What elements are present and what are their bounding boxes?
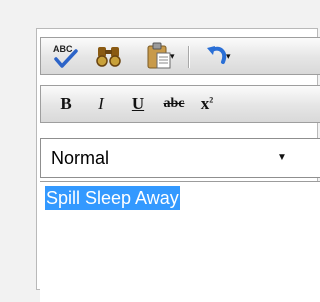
italic-button[interactable]: I: [86, 86, 116, 122]
superscript-label: x2: [201, 94, 214, 114]
paste-dropdown-arrow[interactable]: ▾: [170, 51, 175, 62]
svg-text:ABC: ABC: [53, 44, 73, 54]
editor-content-area[interactable]: Spill Sleep Away: [40, 181, 320, 302]
undo-button[interactable]: ▾: [196, 38, 238, 74]
bold-button[interactable]: B: [51, 86, 81, 122]
selected-text[interactable]: Spill Sleep Away: [45, 186, 180, 210]
strikethrough-button[interactable]: abc: [157, 86, 191, 122]
superscript-exponent: 2: [209, 95, 214, 105]
paste-button[interactable]: ▾: [136, 38, 182, 74]
paste-icon: [147, 42, 171, 69]
spellcheck-icon: ABC: [53, 44, 78, 68]
format-select-value: Normal: [51, 148, 110, 168]
spellcheck-button[interactable]: ABC: [47, 38, 83, 74]
find-binoculars-icon: [96, 47, 121, 67]
toolbar-separator: [188, 46, 189, 68]
toolbar-row-1: ABC ▾ ▾: [40, 37, 320, 75]
strikethrough-label: abc: [163, 96, 185, 111]
toolbar-row-2: B I U abc x2: [40, 85, 320, 123]
underline-label: U: [131, 94, 145, 113]
superscript-button[interactable]: x2: [193, 86, 221, 122]
rich-text-editor: ABC ▾ ▾ B I U abc x2 Normal ▼ Spill Slee…: [36, 28, 320, 302]
chevron-down-icon[interactable]: ▼: [277, 152, 287, 163]
bold-label: B: [60, 94, 72, 113]
paragraph-format-select[interactable]: Normal ▼: [40, 138, 320, 178]
superscript-base: x: [200, 94, 210, 113]
underline-button[interactable]: U: [123, 86, 153, 122]
italic-label: I: [98, 94, 104, 113]
find-button[interactable]: [91, 38, 127, 74]
undo-dropdown-arrow[interactable]: ▾: [226, 51, 231, 62]
